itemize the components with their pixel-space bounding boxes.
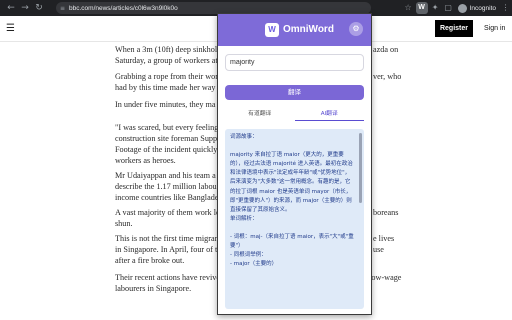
tune-icon[interactable]: ≡	[60, 5, 69, 12]
incognito-label: Incognito	[469, 4, 496, 12]
extensions-icon[interactable]: ✦	[429, 0, 442, 16]
translate-button[interactable]: 翻译	[225, 85, 364, 100]
article-fragment: azda on	[373, 45, 399, 54]
signin-link[interactable]: Sign in	[484, 20, 505, 37]
menu-search-icon[interactable]: ☰	[6, 23, 15, 34]
popup-brand: OmniWord	[283, 24, 334, 35]
url-text: bbc.com/news/articles/c0l6w3n9l0k0o	[69, 4, 178, 12]
reload-icon[interactable]: ↻	[32, 1, 46, 15]
incognito-badge[interactable]: Incognito	[455, 3, 499, 13]
forward-icon[interactable]: →	[18, 1, 32, 15]
omniword-popup: W OmniWord ⚙ 翻译 有道翻译 AI翻译 词源故事： majority…	[217, 13, 372, 315]
extension-omniword-icon[interactable]: W	[415, 2, 428, 14]
result-scrollbar[interactable]	[359, 133, 362, 203]
result-text: 词源故事： majority 来自拉丁语 maior（更大的，更重要的），经过古…	[230, 134, 354, 268]
result-panel: 词源故事： majority 来自拉丁语 maior（更大的，更重要的），经过古…	[225, 129, 364, 309]
menu-icon[interactable]: ⋮	[499, 0, 512, 16]
tab-ai[interactable]: AI翻译	[294, 108, 364, 121]
article-fragment: use	[373, 245, 384, 254]
article-fragment: boreans	[373, 208, 399, 217]
word-input[interactable]	[225, 54, 364, 71]
settings-icon[interactable]: ⚙	[349, 22, 363, 36]
article-fragment: e lives	[373, 234, 395, 243]
incognito-icon	[457, 3, 467, 13]
translation-tabs: 有道翻译 AI翻译	[225, 108, 364, 121]
back-icon[interactable]: ←	[4, 1, 18, 15]
tab-youdao[interactable]: 有道翻译	[225, 108, 295, 121]
register-button[interactable]: Register	[435, 20, 473, 37]
split-view-icon[interactable]: ▢	[442, 0, 455, 16]
article-fragment: ver, who	[373, 72, 402, 81]
popup-header: W OmniWord ⚙	[218, 14, 371, 46]
bookmark-icon[interactable]: ☆	[402, 0, 415, 16]
omniword-logo-icon: W	[265, 23, 279, 37]
